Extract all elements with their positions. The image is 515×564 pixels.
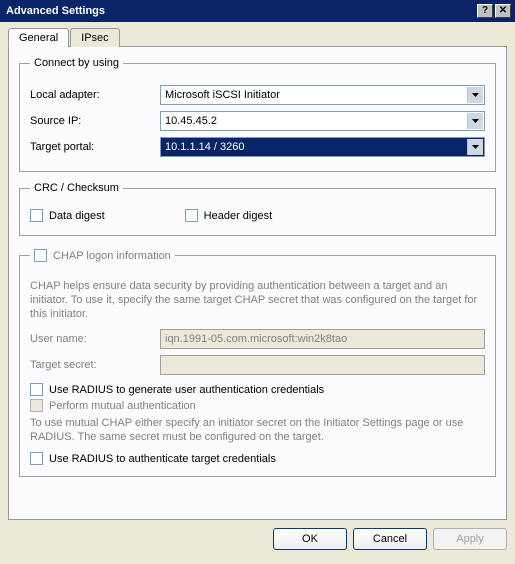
radius-generate-checkbox[interactable]: Use RADIUS to generate user authenticati… [30,383,485,396]
tab-ipsec[interactable]: IPsec [70,28,120,47]
cancel-button[interactable]: Cancel [353,528,427,550]
local-adapter-label: Local adapter: [30,89,160,101]
user-name-input: iqn.1991-05.com.microsoft:win2k8tao [160,329,485,349]
client-area: General IPsec Connect by using Local ada… [0,22,515,558]
radius-auth-checkbox[interactable]: Use RADIUS to authenticate target creden… [30,452,485,465]
chap-legend-label: CHAP logon information [53,250,171,262]
chevron-down-icon [467,139,483,155]
help-button[interactable]: ? [477,4,493,18]
dialog-buttons: OK Cancel Apply [8,520,507,550]
checkbox-icon [30,399,43,412]
group-connect-legend: Connect by using [30,57,123,69]
data-digest-checkbox[interactable]: Data digest [30,209,105,222]
tab-general[interactable]: General [8,28,69,48]
group-connect-by-using: Connect by using Local adapter: Microsof… [19,57,496,172]
local-adapter-select[interactable]: Microsoft iSCSI Initiator [160,85,485,105]
user-name-label: User name: [30,333,160,345]
user-name-value: iqn.1991-05.com.microsoft:win2k8tao [165,333,347,345]
checkbox-icon [30,209,43,222]
group-crc-checksum: CRC / Checksum Data digest Header digest [19,182,496,236]
source-ip-select[interactable]: 10.45.45.2 [160,111,485,131]
group-chap: CHAP logon information CHAP helps ensure… [19,246,496,477]
target-portal-select[interactable]: 10.1.1.14 / 3260 [160,137,485,157]
group-crc-legend: CRC / Checksum [30,182,123,194]
chevron-down-icon [467,113,483,129]
tab-page-general: Connect by using Local adapter: Microsof… [8,46,507,520]
header-digest-label: Header digest [204,210,273,222]
tab-strip: General IPsec [8,28,507,47]
data-digest-label: Data digest [49,210,105,222]
checkbox-icon [30,452,43,465]
target-portal-label: Target portal: [30,141,160,153]
mutual-auth-checkbox: Perform mutual authentication [30,399,485,412]
target-secret-label: Target secret: [30,359,160,371]
local-adapter-value: Microsoft iSCSI Initiator [165,89,280,101]
header-digest-checkbox[interactable]: Header digest [185,209,273,222]
mutual-auth-label: Perform mutual authentication [49,400,196,412]
ok-button[interactable]: OK [273,528,347,550]
chevron-down-icon [467,87,483,103]
mutual-help-text: To use mutual CHAP either specify an ini… [30,416,485,444]
radius-generate-label: Use RADIUS to generate user authenticati… [49,384,324,396]
group-chap-legend: CHAP logon information [30,246,175,265]
chap-enable-checkbox[interactable] [34,249,47,262]
source-ip-value: 10.45.45.2 [165,115,217,127]
checkbox-icon [185,209,198,222]
window-title: Advanced Settings [6,5,475,17]
radius-auth-label: Use RADIUS to authenticate target creden… [49,453,276,465]
close-button[interactable]: ✕ [495,4,511,18]
chap-help-text: CHAP helps ensure data security by provi… [30,279,485,321]
checkbox-icon [30,383,43,396]
target-portal-value: 10.1.1.14 / 3260 [165,141,245,153]
source-ip-label: Source IP: [30,115,160,127]
target-secret-input [160,355,485,375]
titlebar: Advanced Settings ? ✕ [0,0,515,22]
apply-button[interactable]: Apply [433,528,507,550]
